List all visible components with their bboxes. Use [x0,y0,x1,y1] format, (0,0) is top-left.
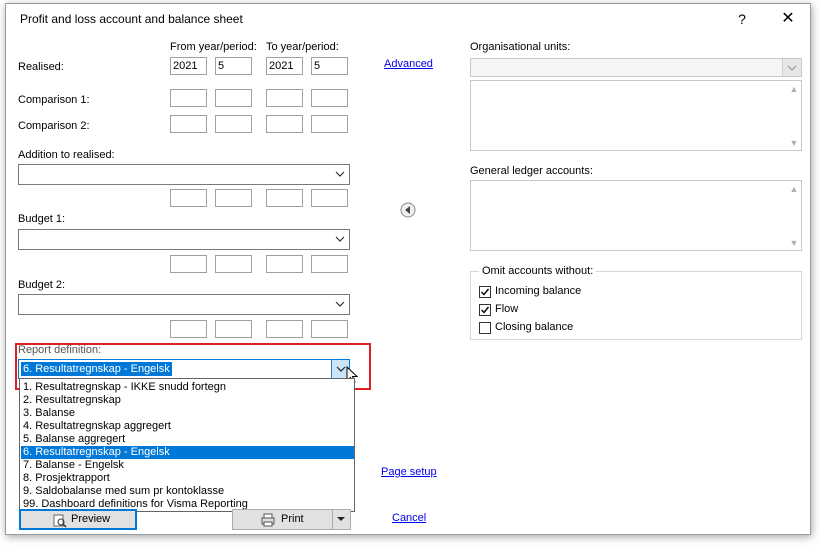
comparison1-label: Comparison 1: [18,94,90,106]
comparison2-from-year-input[interactable] [170,115,207,133]
realised-to-year-input[interactable]: 2021 [266,57,303,75]
budget2-combo[interactable] [18,294,350,315]
omit-accounts-group: Omit accounts without: Incoming balance … [470,265,802,340]
org-units-dropdown[interactable] [782,59,801,76]
gl-accounts-list[interactable]: ▲ ▼ [470,180,802,251]
addition-from-year-input[interactable] [170,189,207,207]
gl-accounts-label: General ledger accounts: [470,165,593,177]
comparison2-from-period-input[interactable] [215,115,252,133]
chevron-down-icon [335,236,345,242]
print-label: Print [281,513,304,525]
realised-from-period-input[interactable]: 5 [215,57,252,75]
org-units-label: Organisational units: [470,41,571,53]
check-icon [481,288,490,296]
caret-down-icon [337,517,345,521]
incoming-balance-label[interactable]: Incoming balance [495,285,581,297]
addition-to-period-input[interactable] [311,189,348,207]
addition-label: Addition to realised: [18,149,115,161]
closing-balance-label[interactable]: Closing balance [495,321,573,333]
budget1-to-year-input[interactable] [266,255,303,273]
budget2-to-period-input[interactable] [311,320,348,338]
print-button[interactable]: Print [232,509,351,530]
preview-button[interactable]: Preview [19,509,137,530]
scroll-down-icon[interactable]: ▼ [789,238,799,248]
comparison2-to-year-input[interactable] [266,115,303,133]
dialog-title: Profit and loss account and balance shee… [20,12,243,26]
print-dropdown[interactable] [332,510,350,529]
report-option[interactable]: 8. Prosjektrapport [21,472,354,485]
printer-icon [261,513,275,527]
collapse-left-icon[interactable] [400,202,416,218]
chevron-down-icon [335,171,345,177]
scroll-up-icon[interactable]: ▲ [789,184,799,194]
budget2-to-year-input[interactable] [266,320,303,338]
budget1-label: Budget 1: [18,213,66,225]
addition-to-year-input[interactable] [266,189,303,207]
addition-combo[interactable] [18,164,350,185]
report-definition-list[interactable]: 1. Resultatregnskap - IKKE snudd fortegn… [19,378,355,512]
budget2-label: Budget 2: [18,279,66,291]
chevron-down-icon [787,65,797,71]
budget1-from-year-input[interactable] [170,255,207,273]
chevron-down-icon [335,301,345,307]
flow-label[interactable]: Flow [495,303,518,315]
realised-from-year-input[interactable]: 2021 [170,57,207,75]
scroll-up-icon[interactable]: ▲ [789,84,799,94]
org-units-list[interactable]: ▲ ▼ [470,80,802,151]
budget1-from-period-input[interactable] [215,255,252,273]
cancel-link[interactable]: Cancel [392,512,426,524]
comparison1-from-period-input[interactable] [215,89,252,107]
dialog-window: Profit and loss account and balance shee… [5,3,811,535]
title-bar: Profit and loss account and balance shee… [6,4,810,34]
close-button[interactable]: ✕ [776,8,800,30]
budget2-from-year-input[interactable] [170,320,207,338]
comparison1-from-year-input[interactable] [170,89,207,107]
report-option[interactable]: 1. Resultatregnskap - IKKE snudd fortegn [21,381,354,394]
to-period-header: To year/period: [266,41,339,53]
closing-balance-checkbox[interactable] [479,322,491,334]
report-option[interactable]: 7. Balanse - Engelsk [21,459,354,472]
report-option[interactable]: 2. Resultatregnskap [21,394,354,407]
report-option[interactable]: 4. Resultatregnskap aggregert [21,420,354,433]
omit-accounts-legend: Omit accounts without: [479,265,597,277]
comparison1-to-year-input[interactable] [266,89,303,107]
incoming-balance-checkbox[interactable] [479,286,491,298]
report-option[interactable]: 9. Saldobalanse med sum pr kontoklasse [21,485,354,498]
advanced-link[interactable]: Advanced [384,58,433,70]
budget2-from-period-input[interactable] [215,320,252,338]
scroll-down-icon[interactable]: ▼ [789,138,799,148]
addition-from-period-input[interactable] [215,189,252,207]
magnifier-document-icon [53,514,67,528]
budget1-combo[interactable] [18,229,350,250]
help-button[interactable]: ? [732,8,752,30]
comparison1-to-period-input[interactable] [311,89,348,107]
realised-label: Realised: [18,61,64,73]
realised-to-period-input[interactable]: 5 [311,57,348,75]
report-option-selected[interactable]: 6. Resultatregnskap - Engelsk [21,446,354,459]
comparison2-label: Comparison 2: [18,120,90,132]
report-option[interactable]: 3. Balanse [21,407,354,420]
flow-checkbox[interactable] [479,304,491,316]
comparison2-to-period-input[interactable] [311,115,348,133]
org-units-combo[interactable] [470,58,802,77]
preview-label: Preview [71,513,111,525]
report-option[interactable]: 5. Balanse aggregert [21,433,354,446]
page-setup-link[interactable]: Page setup [381,466,437,478]
check-icon [481,306,490,314]
budget1-to-period-input[interactable] [311,255,348,273]
from-period-header: From year/period: [170,41,257,53]
